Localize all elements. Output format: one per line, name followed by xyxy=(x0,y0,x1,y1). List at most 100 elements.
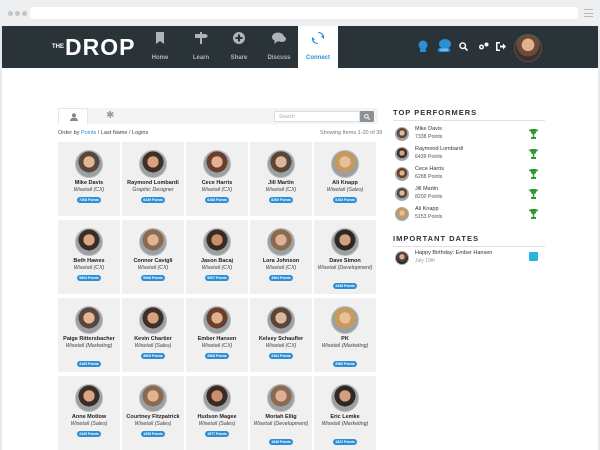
person-name[interactable]: Mike Davis xyxy=(58,180,120,186)
top-performer-item[interactable]: Cece Harris 6288 Points xyxy=(393,166,545,184)
search-icon[interactable] xyxy=(459,42,468,51)
avatar[interactable] xyxy=(75,384,103,412)
nav-discuss[interactable]: Discuss xyxy=(259,26,299,68)
avatar[interactable] xyxy=(331,384,359,412)
person-name[interactable]: Dave Simon xyxy=(314,258,376,264)
avatar[interactable] xyxy=(203,306,231,334)
window-dot-close[interactable] xyxy=(8,11,13,16)
person-card[interactable]: Kevin Chartier Wisetail (Sales) 3605 Point… xyxy=(122,298,184,372)
person-card[interactable]: Raymond Lombardi Graphic Designer 6439 Poi… xyxy=(122,142,184,216)
person-card[interactable]: Ember Hansen Wisetail (CX) 2808 Points xyxy=(186,298,248,372)
performer-points: 7338 Points xyxy=(415,134,443,140)
top-performer-item[interactable]: Raymond Lombardi 6439 Points xyxy=(393,146,545,164)
person-card[interactable]: Ali Knapp Wisetail (Sales) 5153 Points xyxy=(314,142,376,216)
person-card[interactable]: Moriah Ellig Wisetail (Development) 1848 P… xyxy=(250,376,312,450)
avatar[interactable] xyxy=(75,150,103,178)
nav-share[interactable]: Share xyxy=(219,26,259,68)
important-dates-title: IMPORTANT DATES xyxy=(393,234,479,243)
the-drop-logo[interactable]: THE DROP xyxy=(52,34,135,61)
showing-count: Showing Items 1-20 of 39 xyxy=(320,130,383,136)
avatar[interactable] xyxy=(203,150,231,178)
person-card[interactable]: Lora Johnson Wisetail (CX) 4964 Points xyxy=(250,220,312,294)
person-card[interactable]: Connor Cavigli Wisetail (CX) 5066 Points xyxy=(122,220,184,294)
person-card[interactable]: Beth Hawes Wisetail (CX) 5604 Points xyxy=(58,220,120,294)
person-role: Wisetail (Sales) xyxy=(70,421,108,427)
person-name[interactable]: Lora Johnson xyxy=(250,258,312,264)
avatar[interactable] xyxy=(203,228,231,256)
person-name[interactable]: Paige Rittersbacher xyxy=(58,336,120,342)
points-badge: 3161 Points xyxy=(269,353,293,359)
person-card[interactable]: PK Wisetail (Marketing) 2980 Points xyxy=(314,298,376,372)
search-button[interactable] xyxy=(360,111,374,122)
tab-groups[interactable]: ✱ xyxy=(94,108,124,124)
top-performer-item[interactable]: Mike Davis 7338 Points xyxy=(393,126,545,144)
top-performer-item[interactable]: Jill Martin 8200 Points xyxy=(393,186,545,204)
person-card[interactable]: Courtney Fitzpatrick Wisetail (Sales) 1935… xyxy=(122,376,184,450)
order-by-logins[interactable]: Logins xyxy=(132,130,148,136)
window-dot-minimize[interactable] xyxy=(15,11,20,16)
avatar[interactable] xyxy=(267,228,295,256)
person-name[interactable]: Raymond Lombardi xyxy=(122,180,184,186)
person-name[interactable]: Jason Bacaj xyxy=(186,258,248,264)
avatar[interactable] xyxy=(75,306,103,334)
person-name[interactable]: Kevin Chartier xyxy=(122,336,184,342)
person-role: Graphic Designer xyxy=(132,187,174,193)
person-name[interactable]: Courtney Fitzpatrick xyxy=(122,414,184,420)
avatar[interactable] xyxy=(139,228,167,256)
avatar[interactable] xyxy=(267,150,295,178)
avatar[interactable] xyxy=(203,384,231,412)
person-name[interactable]: PK xyxy=(314,336,376,342)
order-by-last-name[interactable]: Last Name xyxy=(101,130,128,136)
person-card[interactable]: Mike Davis Wisetail (CX) 7308 Points xyxy=(58,142,120,216)
person-card[interactable]: Dave Simon Wisetail (Development) 4436 Poi… xyxy=(314,220,376,294)
person-card[interactable]: Cece Harris Wisetail (CX) 6288 Points xyxy=(186,142,248,216)
person-name[interactable]: Eric Lemke xyxy=(314,414,376,420)
person-card[interactable]: Anne Motlow Wisetail (Sales) 2440 Points xyxy=(58,376,120,450)
nav-connect[interactable]: Connect xyxy=(298,26,338,68)
search-input[interactable]: Search xyxy=(274,111,360,122)
person-card[interactable]: Kelsey Schaufler Wisetail (CX) 3161 Points xyxy=(250,298,312,372)
person-name[interactable]: Ali Knapp xyxy=(314,180,376,186)
address-bar[interactable] xyxy=(30,7,578,19)
gift-icon[interactable] xyxy=(529,252,538,261)
window-dot-maximize[interactable] xyxy=(22,11,27,16)
avatar[interactable] xyxy=(331,306,359,334)
trophy-nav-icon[interactable] xyxy=(418,40,428,52)
avatar[interactable] xyxy=(139,150,167,178)
tab-people[interactable] xyxy=(58,108,88,124)
nav-home[interactable]: Home xyxy=(140,26,180,68)
person-name[interactable]: Cece Harris xyxy=(186,180,248,186)
person-name[interactable]: Anne Motlow xyxy=(58,414,120,420)
page-viewport: THE DROP Home Learn Share Discuss Connec… xyxy=(2,26,598,450)
person-card[interactable]: Jason Bacaj Wisetail (CX) 5007 Points xyxy=(186,220,248,294)
user-avatar[interactable] xyxy=(514,34,542,62)
performer-points: 8200 Points xyxy=(415,194,443,200)
avatar[interactable] xyxy=(267,306,295,334)
avatar[interactable] xyxy=(139,306,167,334)
person-name[interactable]: Hudson Magee xyxy=(186,414,248,420)
order-by-points[interactable]: Points xyxy=(81,130,96,136)
avatar[interactable] xyxy=(331,150,359,178)
nav-home-label: Home xyxy=(151,55,169,61)
person-card[interactable]: Paige Rittersbacher Wisetail (Marketing) 4… xyxy=(58,298,120,372)
person-name[interactable]: Connor Cavigli xyxy=(122,258,184,264)
avatar[interactable] xyxy=(139,384,167,412)
avatar[interactable] xyxy=(75,228,103,256)
date-item[interactable]: Happy Birthday: Ember Hansen July 19th xyxy=(393,249,545,269)
person-name[interactable]: Beth Hawes xyxy=(58,258,120,264)
settings-icon[interactable] xyxy=(478,42,489,51)
avatar xyxy=(395,127,409,141)
person-card[interactable]: Jill Martin Wisetail (CX) 8200 Points xyxy=(250,142,312,216)
avatar[interactable] xyxy=(267,384,295,412)
person-name[interactable]: Jill Martin xyxy=(250,180,312,186)
top-performer-item[interactable]: Ali Knapp 5153 Points xyxy=(393,206,545,224)
person-card[interactable]: Eric Lemke Wisetail (Marketing) 1822 Point… xyxy=(314,376,376,450)
person-name[interactable]: Kelsey Schaufler xyxy=(250,336,312,342)
person-name[interactable]: Ember Hansen xyxy=(186,336,248,342)
avatar[interactable] xyxy=(331,228,359,256)
person-card[interactable]: Hudson Magee Wisetail (Sales) 1677 Points xyxy=(186,376,248,450)
nav-learn[interactable]: Learn xyxy=(181,26,221,68)
person-name[interactable]: Moriah Ellig xyxy=(250,414,312,420)
logout-icon[interactable] xyxy=(496,42,506,51)
browser-menu-icon[interactable] xyxy=(584,9,593,17)
